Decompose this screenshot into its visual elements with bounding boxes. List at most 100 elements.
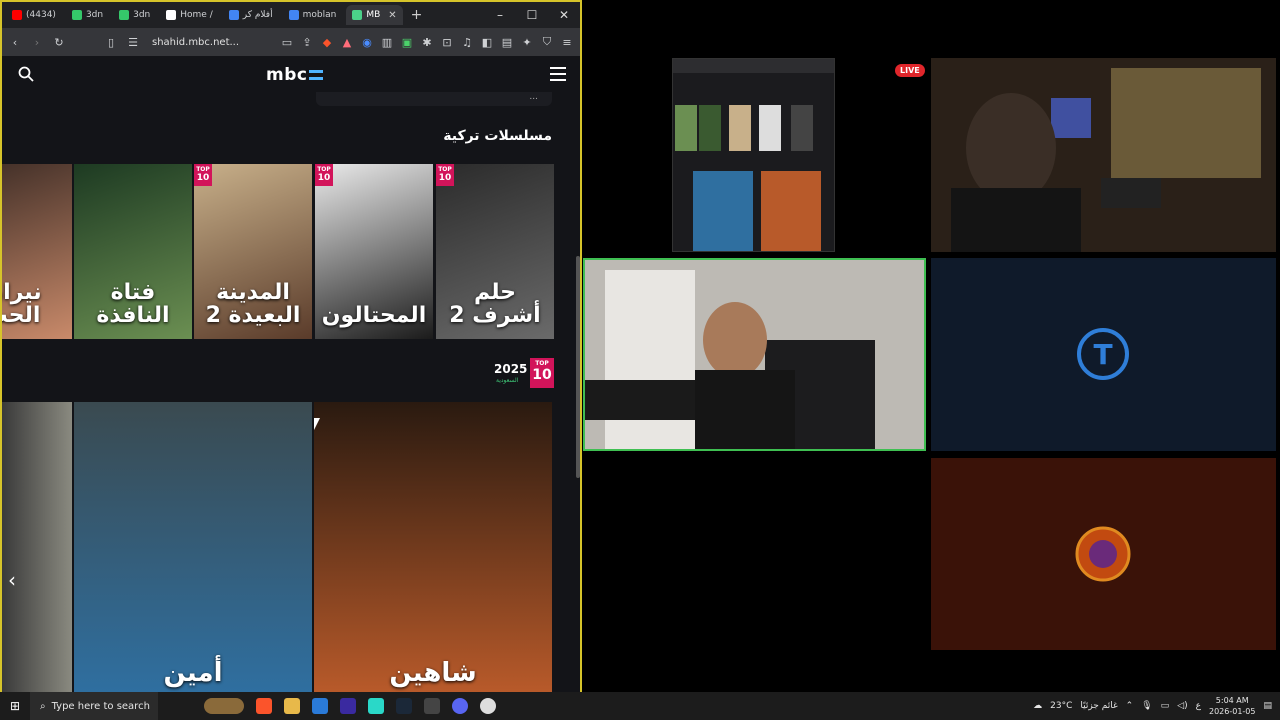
tab-label: Home /: [180, 10, 213, 20]
page-scrollbar[interactable]: [576, 256, 580, 478]
steam-icon[interactable]: [396, 698, 412, 714]
tab-label: 3dn: [85, 10, 104, 20]
carousel-left-arrow[interactable]: ‹: [8, 568, 16, 592]
clock-time: 5:04 AM: [1215, 696, 1249, 705]
avatar-tile: [931, 458, 1276, 650]
shahid-page: mbc ... مسلسلات تركية نيران الحب فتاة الن…: [2, 56, 580, 692]
search-placeholder: Type here to search: [51, 700, 150, 712]
site-header: mbc: [2, 56, 580, 92]
partial-poster[interactable]: [2, 402, 72, 692]
webcam-feed-1: [931, 58, 1276, 252]
top10-poster[interactable]: شاهين: [314, 402, 552, 692]
extension-icon[interactable]: ▣: [400, 36, 414, 49]
preview-poster: [759, 105, 781, 151]
address-bar[interactable]: shahid.mbc.net...: [152, 37, 239, 48]
file-explorer-icon[interactable]: [284, 698, 300, 714]
screen-icon[interactable]: ▭: [280, 36, 294, 49]
taskbar-search[interactable]: ⌕ Type here to search: [30, 692, 158, 720]
hamburger-menu-icon[interactable]: [550, 67, 566, 81]
poster-title: فتاة النافذة: [96, 279, 170, 328]
extension-icon[interactable]: ▥: [380, 36, 394, 49]
browser-tab[interactable]: MB ✕: [346, 5, 403, 25]
tab-favicon-icon: [166, 10, 177, 20]
browser-tab[interactable]: 3dn: [66, 5, 109, 25]
maximize-button[interactable]: ☐: [516, 8, 548, 22]
desktop: (4434) 3dn 3dn Home / أفلام كر moblan MB ✕ + – ☐…: [0, 0, 1280, 720]
top10-saudi-row: أمين شاهين: [2, 402, 580, 692]
taskbar-apps: [204, 698, 496, 714]
ai-icon[interactable]: ✦: [520, 36, 534, 49]
weather-temp[interactable]: 23°C: [1050, 701, 1072, 711]
tab-label: أفلام كر: [242, 10, 273, 20]
series-poster[interactable]: TOP 10 المحتالون: [315, 164, 433, 339]
browser-tab[interactable]: (4434): [6, 5, 62, 25]
series-poster[interactable]: نيران الحب: [2, 164, 72, 339]
preview-poster: [675, 105, 697, 151]
live-badge: LIVE: [895, 64, 925, 77]
windows-start-icon[interactable]: ⊞: [0, 699, 30, 713]
chevron-up-icon[interactable]: ⌃: [1126, 701, 1134, 711]
share-icon[interactable]: ⇪: [300, 36, 314, 49]
browser-tab[interactable]: أفلام كر: [223, 5, 279, 25]
screen-share-preview: [672, 58, 835, 252]
preview-big-poster: [761, 171, 821, 251]
series-poster[interactable]: فتاة النافذة: [74, 164, 192, 339]
window-controls: – ☐ ✕: [484, 2, 580, 28]
mbc-logo[interactable]: mbc: [266, 65, 324, 85]
clock[interactable]: 5:04 AM 2026-01-05: [1209, 695, 1256, 717]
back-icon[interactable]: ‹: [8, 36, 22, 49]
tab-label: moblan: [302, 10, 337, 20]
site-info-icon[interactable]: ☰: [126, 36, 140, 49]
search-icon[interactable]: [18, 66, 34, 82]
obs-icon[interactable]: [424, 698, 440, 714]
volume-icon[interactable]: ◁): [1177, 701, 1187, 711]
extension-icon[interactable]: ◉: [360, 36, 374, 49]
settings-icon[interactable]: [480, 698, 496, 714]
sidebar-icon[interactable]: ◧: [480, 36, 494, 49]
browser-tab[interactable]: moblan: [283, 5, 343, 25]
tab-label: MB: [366, 10, 381, 20]
network-icon[interactable]: ▭: [1161, 701, 1170, 711]
series-poster[interactable]: TOP 10 حلم أشرف 2: [436, 164, 554, 339]
wallet-icon[interactable]: ▤: [500, 36, 514, 49]
puzzle-icon[interactable]: ✱: [420, 36, 434, 49]
preview-poster: [699, 105, 721, 151]
music-icon[interactable]: ♫: [460, 36, 474, 49]
section-title-turkish-series: مسلسلات تركية: [443, 128, 552, 144]
app-icon[interactable]: [368, 698, 384, 714]
poster-title: حلم أشرف 2: [449, 279, 541, 328]
bookmark-icon[interactable]: ▯: [104, 36, 118, 49]
store-icon[interactable]: [312, 698, 328, 714]
discord-icon[interactable]: [452, 698, 468, 714]
webcam-feed-2: [583, 258, 926, 451]
preview-poster: [791, 105, 813, 151]
extension-icon[interactable]: ⊡: [440, 36, 454, 49]
year-label: 2025: [494, 362, 528, 376]
browser-tab[interactable]: 3dn: [113, 5, 156, 25]
tab-close-icon[interactable]: ✕: [388, 10, 396, 21]
new-tab-button[interactable]: +: [411, 7, 423, 23]
notifications-icon[interactable]: ▤: [1263, 701, 1272, 711]
brave-icon[interactable]: [256, 698, 272, 714]
top10-poster[interactable]: أمين: [74, 402, 312, 692]
brave-shield-icon[interactable]: ◆: [320, 36, 334, 49]
poster-title: المدينة البعيدة 2: [205, 279, 301, 328]
series-poster[interactable]: TOP 10 المدينة البعيدة 2: [194, 164, 312, 339]
previous-section-strip: ...: [316, 92, 552, 106]
reload-icon[interactable]: ↻: [52, 36, 66, 49]
microphone-icon[interactable]: 🎙: [1141, 701, 1152, 711]
forward-icon[interactable]: ›: [30, 36, 44, 49]
widget-icon[interactable]: [204, 698, 244, 714]
vpn-icon[interactable]: ⛉: [540, 35, 554, 49]
top10-badge-large: TOP 10: [530, 358, 554, 388]
browser-tab[interactable]: Home /: [160, 5, 218, 25]
rewards-icon[interactable]: ▲: [340, 36, 354, 49]
mouse-cursor: [314, 418, 320, 430]
system-tray: ☁ 23°C غائم جزئيًا ⌃ 🎙 ▭ ◁) ع 5:04 AM 20…: [1033, 692, 1280, 720]
language-indicator[interactable]: ع: [1196, 701, 1201, 711]
close-window-button[interactable]: ✕: [548, 8, 580, 22]
minimize-button[interactable]: –: [484, 8, 516, 22]
app-icon[interactable]: [340, 698, 356, 714]
year-region-label: السعودية: [496, 377, 519, 384]
menu-icon[interactable]: ≡: [560, 36, 574, 49]
